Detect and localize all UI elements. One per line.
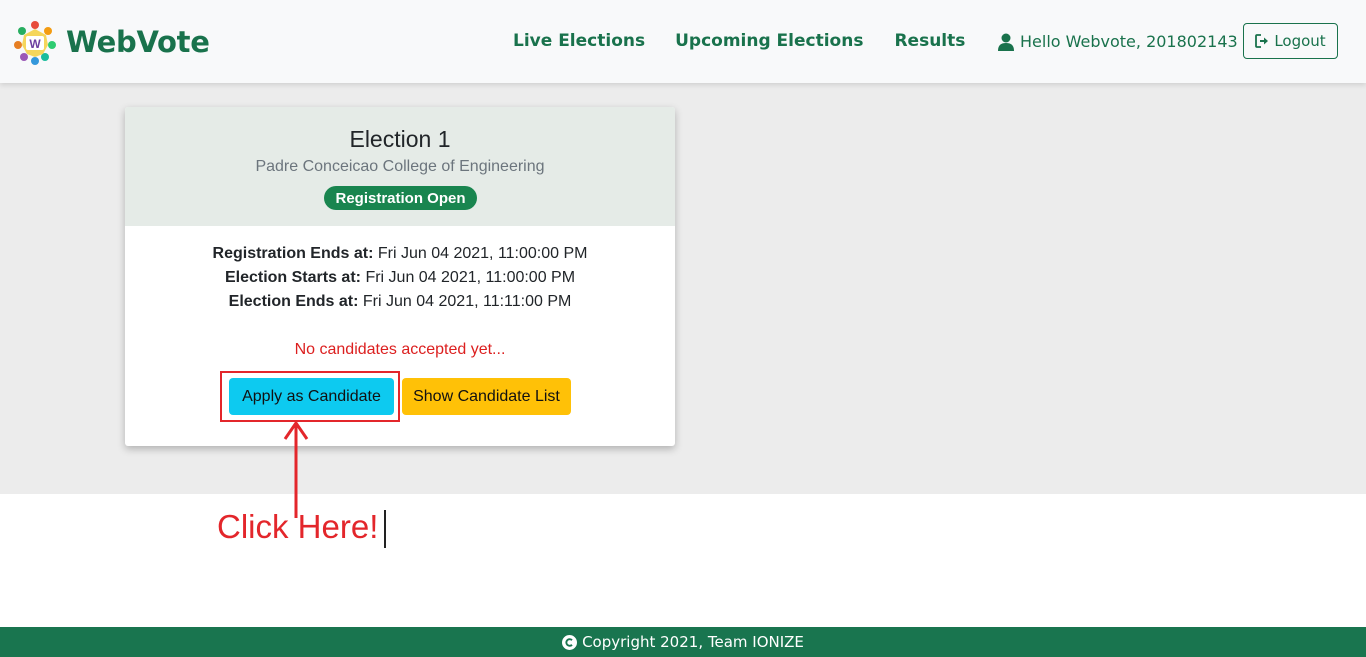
logout-icon bbox=[1255, 34, 1269, 48]
election-ends-row: Election Ends at: Fri Jun 04 2021, 11:11… bbox=[125, 293, 675, 311]
nav-live-elections[interactable]: Live Elections bbox=[513, 31, 645, 51]
user-icon bbox=[998, 33, 1014, 51]
annotation-arrow-icon bbox=[283, 420, 309, 518]
election-starts-label: Election Starts at: bbox=[224, 269, 361, 286]
no-candidates-message: No candidates accepted yet... bbox=[294, 341, 506, 358]
election-ends-label: Election Ends at: bbox=[228, 293, 359, 310]
election-card: Election 1 Padre Conceicao College of En… bbox=[125, 107, 675, 446]
election-starts-row: Election Starts at: Fri Jun 04 2021, 11:… bbox=[125, 269, 675, 287]
registration-ends-value: Fri Jun 04 2021, 11:00:00 PM bbox=[377, 245, 588, 262]
footer: Copyright 2021, Team IONIZE bbox=[0, 627, 1366, 657]
nav-upcoming-elections[interactable]: Upcoming Elections bbox=[675, 31, 863, 51]
registration-ends-label: Registration Ends at: bbox=[212, 245, 374, 262]
annotation-callout: Click Here! bbox=[217, 508, 379, 545]
registration-ends-row: Registration Ends at: Fri Jun 04 2021, 1… bbox=[125, 245, 675, 263]
election-ends-value: Fri Jun 04 2021, 11:11:00 PM bbox=[362, 293, 572, 310]
brand-name[interactable]: WebVote bbox=[66, 25, 210, 59]
election-card-header: Election 1 Padre Conceicao College of En… bbox=[125, 107, 675, 226]
logout-button[interactable]: Logout bbox=[1243, 23, 1338, 59]
user-greeting-area: Hello Webvote, 201802143 bbox=[998, 32, 1238, 51]
status-badge: Registration Open bbox=[324, 186, 477, 210]
election-starts-value: Fri Jun 04 2021, 11:00:00 PM bbox=[365, 269, 576, 286]
footer-copyright: Copyright 2021, Team IONIZE bbox=[582, 633, 804, 651]
show-candidate-list-button[interactable]: Show Candidate List bbox=[402, 378, 571, 415]
nav-results[interactable]: Results bbox=[894, 31, 965, 51]
annotation-highlight-box bbox=[220, 371, 400, 422]
election-title: Election 1 bbox=[349, 126, 451, 152]
copyright-icon bbox=[562, 634, 578, 650]
navbar: W WebVote Live Elections Upcoming Electi… bbox=[0, 0, 1366, 83]
text-caret bbox=[384, 510, 386, 548]
election-institution: Padre Conceicao College of Engineering bbox=[255, 158, 545, 175]
user-greeting: Hello Webvote, 201802143 bbox=[1020, 32, 1238, 51]
svg-text:W: W bbox=[29, 37, 41, 51]
brand[interactable]: W WebVote bbox=[14, 19, 210, 65]
logout-label: Logout bbox=[1274, 32, 1326, 50]
webvote-logo-icon: W bbox=[14, 21, 56, 65]
nav-links: Live Elections Upcoming Elections Result… bbox=[513, 31, 996, 51]
